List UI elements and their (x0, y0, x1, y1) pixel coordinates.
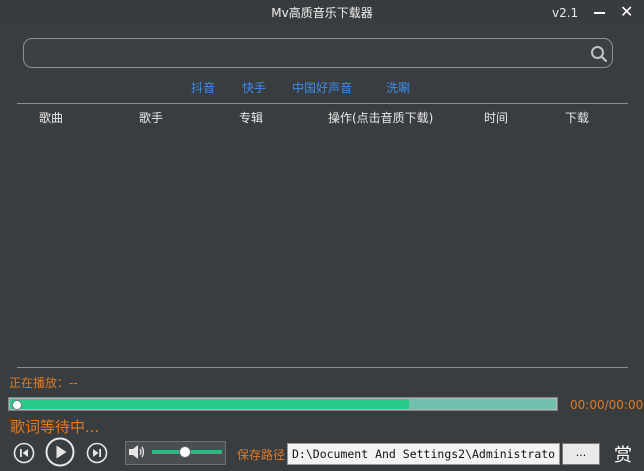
column-header-artist: 歌手 (139, 111, 164, 125)
time-display: 00:00/00:00 (570, 398, 644, 412)
column-header-download: 下载 (565, 111, 590, 125)
column-header-album: 专辑 (239, 111, 264, 125)
browse-button[interactable]: ... (562, 443, 600, 465)
search-input[interactable] (34, 43, 588, 65)
progress-fill (10, 399, 409, 409)
window-title: Mv高质音乐下载器 (271, 6, 373, 20)
reward-button[interactable]: 赏 (614, 441, 632, 467)
play-icon[interactable] (45, 437, 75, 467)
column-header-time: 时间 (484, 111, 509, 125)
progress-handle[interactable] (12, 400, 22, 410)
source-link-xishua[interactable]: 洗唰 (386, 79, 410, 96)
column-header-song: 歌曲 (39, 111, 64, 125)
list-bottom-divider (17, 367, 628, 368)
lyric-display: 歌词等待中... (10, 418, 100, 436)
save-path-field[interactable]: D:\Document And Settings2\Administrato (287, 443, 560, 465)
previous-track-icon[interactable] (13, 442, 35, 464)
close-button[interactable]: ✕ (620, 3, 633, 21)
volume-handle[interactable] (179, 446, 191, 458)
search-box[interactable] (23, 38, 613, 68)
next-track-icon[interactable] (86, 442, 108, 464)
search-icon[interactable] (590, 45, 608, 63)
source-link-voice-of-china[interactable]: 中国好声音 (292, 79, 352, 96)
song-list[interactable] (17, 130, 628, 366)
version-label: v2.1 (552, 6, 579, 20)
now-playing-label: 正在播放：-- (9, 376, 78, 390)
source-link-kuaishou[interactable]: 快手 (242, 79, 266, 96)
minimize-button[interactable] (594, 12, 605, 14)
progress-buffer (409, 399, 556, 409)
save-path-label: 保存路径 (237, 448, 286, 462)
source-link-douyin[interactable]: 抖音 (191, 79, 215, 96)
column-header-action: 操作(点击音质下载) (328, 111, 434, 125)
speaker-icon[interactable] (128, 444, 146, 460)
header-top-divider (17, 103, 628, 104)
